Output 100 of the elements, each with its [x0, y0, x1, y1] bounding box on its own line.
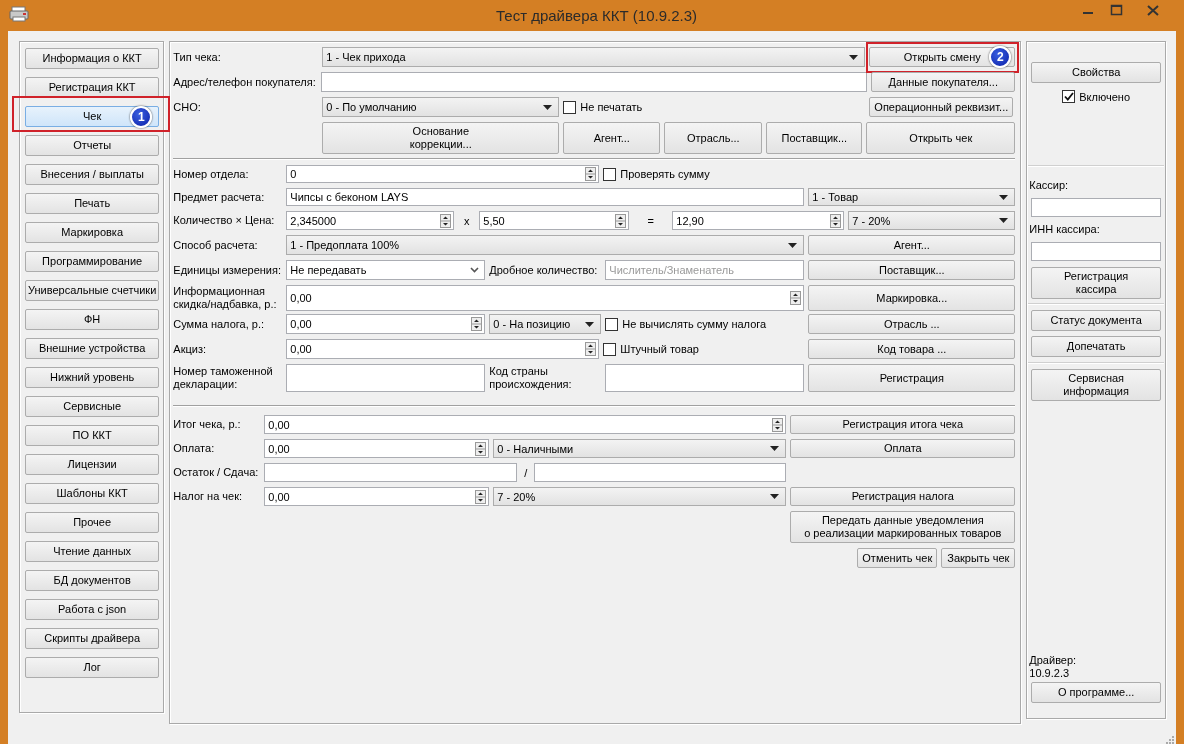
spin-field[interactable]: 2,345000	[286, 211, 455, 230]
spin-field[interactable]: 0,00	[264, 439, 490, 458]
action-button[interactable]: Поставщик...	[766, 122, 863, 154]
action-button[interactable]: Регистрация	[808, 364, 1016, 392]
nav-button[interactable]: Шаблоны ККТ	[25, 483, 160, 504]
spinner-icon[interactable]	[585, 342, 597, 356]
resize-grip-icon[interactable]	[1165, 735, 1175, 744]
spin-field[interactable]: 0,00	[264, 415, 787, 434]
nav-button[interactable]: Универсальные счетчики	[25, 280, 160, 301]
spinner-icon[interactable]	[475, 441, 487, 456]
action-button[interactable]: Маркировка...	[808, 285, 1016, 311]
action-button[interactable]: Агент...	[808, 235, 1016, 255]
input-field[interactable]: Чипсы с беконом LAYS	[286, 188, 805, 206]
action-button[interactable]: Поставщик...	[808, 260, 1016, 280]
action-button[interactable]: О программе...	[1031, 682, 1161, 703]
field-label: Остаток / Сдача:	[173, 466, 260, 479]
nav-button[interactable]: Отчеты	[25, 135, 160, 156]
action-button[interactable]: Агент...	[563, 122, 661, 154]
action-button[interactable]: Допечатать	[1031, 336, 1161, 357]
nav-button[interactable]: Программирование	[25, 251, 160, 272]
nav-button[interactable]: Чек 1	[25, 106, 160, 127]
spinner-icon[interactable]	[585, 167, 597, 181]
spin-field[interactable]: 0	[286, 165, 600, 183]
spinner-icon[interactable]	[830, 213, 842, 228]
dropdown[interactable]: Не передавать	[286, 260, 486, 280]
action-button[interactable]: Отрасль ...	[808, 314, 1016, 334]
input-field[interactable]	[605, 364, 805, 392]
nav-button[interactable]: Работа с json	[25, 599, 160, 620]
nav-button[interactable]: Нижний уровень	[25, 367, 160, 388]
action-button[interactable]: Закрыть чек	[941, 548, 1016, 568]
field-label: Единицы измерения:	[173, 263, 282, 277]
nav-button[interactable]: БД документов	[25, 570, 160, 591]
spin-field[interactable]: 5,50	[479, 211, 630, 230]
nav-button[interactable]: Печать	[25, 193, 160, 214]
action-button[interactable]: Регистрация налога	[790, 487, 1016, 506]
nav-button[interactable]: Сервисные	[25, 396, 160, 417]
checkbox[interactable]: Не печатать	[563, 100, 866, 114]
input-field[interactable]	[286, 364, 486, 392]
dropdown[interactable]: 0 - На позицию	[489, 314, 602, 334]
field-label: Информационная скидка/надбавка, р.:	[173, 285, 278, 311]
spinner-icon[interactable]	[440, 213, 452, 228]
action-button[interactable]: Регистрация кассира	[1031, 267, 1161, 299]
nav-button[interactable]: Лог	[25, 657, 160, 678]
spin-field[interactable]: 0,00	[286, 285, 805, 311]
field-label: Итог чека, р.:	[173, 418, 242, 431]
checkbox[interactable]: Включено	[1062, 90, 1130, 103]
action-button[interactable]: Статус документа	[1031, 310, 1161, 331]
field-label: Предмет расчета:	[173, 190, 266, 204]
action-button[interactable]: Отрасль...	[664, 122, 763, 154]
spin-field[interactable]: 0,00	[286, 314, 486, 334]
spinner-icon[interactable]	[772, 417, 784, 432]
nav-button[interactable]: Чтение данных	[25, 541, 160, 562]
checkmark-icon	[1063, 92, 1074, 101]
action-button[interactable]: Код товара ...	[808, 339, 1016, 359]
nav-button[interactable]: Скрипты драйвера	[25, 628, 160, 649]
spin-field[interactable]: 0,00	[286, 339, 600, 359]
nav-button[interactable]: ФН	[25, 309, 160, 330]
action-button[interactable]: Передать данные уведомления о реализации маркированных товаров	[790, 511, 1016, 543]
spin-field[interactable]: 0,00	[264, 487, 490, 506]
dropdown[interactable]: 7 - 20%	[848, 211, 1016, 230]
checkbox[interactable]: Проверять сумму	[603, 167, 1016, 181]
input-field[interactable]	[264, 463, 518, 482]
input-field[interactable]	[321, 72, 868, 92]
action-button[interactable]: Отменить чек	[857, 548, 938, 568]
dropdown[interactable]: 1 - Товар	[808, 188, 1016, 206]
nav-button[interactable]: Внешние устройства	[25, 338, 160, 359]
action-button[interactable]: Сервисная информация	[1031, 369, 1161, 401]
spin-field[interactable]: 12,90	[672, 211, 845, 230]
field-label: 10.9.2.3	[1029, 667, 1071, 680]
action-button[interactable]: Оплата	[790, 439, 1016, 458]
spinner-icon[interactable]	[615, 213, 627, 228]
action-button[interactable]: Данные покупателя...	[871, 72, 1016, 92]
dropdown[interactable]: 1 - Предоплата 100%	[286, 235, 805, 255]
nav-button[interactable]: Регистрация ККТ	[25, 77, 160, 98]
step-badge: 2	[989, 46, 1012, 68]
dropdown[interactable]: 0 - Наличными	[493, 439, 787, 458]
dropdown[interactable]: 7 - 20%	[493, 487, 787, 506]
dropdown[interactable]: 0 - По умолчанию	[322, 97, 560, 117]
nav-button[interactable]: Лицензии	[25, 454, 160, 475]
spinner-icon[interactable]	[475, 489, 487, 504]
input-field[interactable]	[1031, 242, 1161, 261]
checkbox[interactable]: Штучный товар	[603, 342, 805, 356]
dropdown[interactable]: 1 - Чек прихода	[322, 47, 866, 67]
action-button[interactable]: Регистрация итога чека	[790, 415, 1016, 434]
nav-button[interactable]: Прочее	[25, 512, 160, 533]
nav-button[interactable]: Внесения / выплаты	[25, 164, 160, 185]
spinner-icon[interactable]	[471, 317, 483, 331]
action-button[interactable]: Открыть смену 2	[869, 47, 1016, 67]
action-button[interactable]: Операционный реквизит...	[869, 97, 1014, 117]
nav-button[interactable]: ПО ККТ	[25, 425, 160, 446]
input-field[interactable]	[534, 463, 787, 482]
input-field[interactable]	[1031, 198, 1161, 217]
nav-button[interactable]: Маркировка	[25, 222, 160, 243]
action-button[interactable]: Свойства	[1031, 62, 1161, 83]
action-button[interactable]: Открыть чек	[866, 122, 1016, 154]
operator-sign: /	[523, 466, 529, 479]
spinner-icon[interactable]	[790, 291, 802, 305]
action-button[interactable]: Основание коррекции...	[322, 122, 560, 154]
checkbox[interactable]: Не вычислять сумму налога	[605, 317, 805, 331]
nav-button[interactable]: Информация о ККТ	[25, 48, 160, 69]
